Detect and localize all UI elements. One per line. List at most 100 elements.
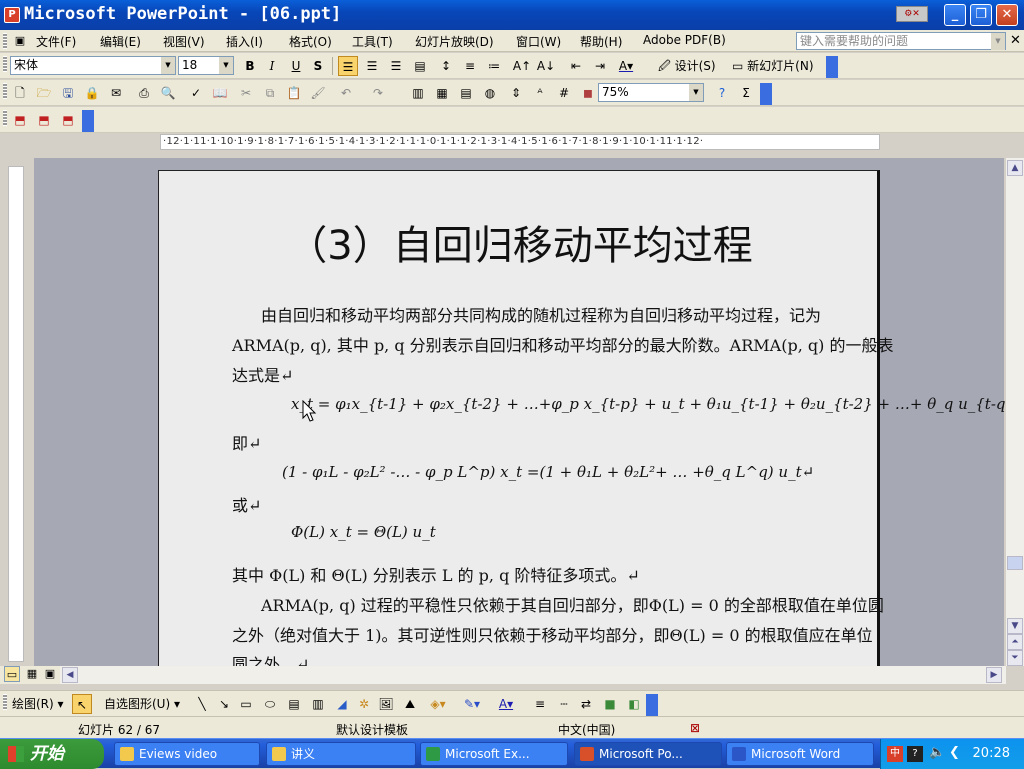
permission-icon[interactable]: 🔒 (82, 83, 102, 103)
pdf-convert-icon[interactable]: ⬒ (10, 110, 30, 130)
toolbar-grip-icon[interactable] (3, 56, 7, 72)
minimize-button[interactable]: _ (944, 4, 966, 26)
menu-format[interactable]: 格式(O) (289, 33, 332, 50)
help-icon[interactable]: ? (712, 83, 732, 103)
arrow-style-icon[interactable]: ⇄ (576, 694, 596, 714)
slide[interactable]: （3）自回归移动平均过程 由自回归和移动平均两部分共同构成的随机过程称为自回归移… (158, 170, 1015, 674)
print-preview-icon[interactable]: 🔍 (158, 83, 178, 103)
normal-view-icon[interactable]: ▭ (4, 666, 20, 682)
equation-arma[interactable]: x_t = φ₁x_{t-1} + φ₂x_{t-2} + …+φ_p x_{t… (291, 395, 1015, 413)
close-button[interactable]: ✕ (996, 4, 1018, 26)
picture-icon[interactable]: ⛰ (400, 694, 420, 714)
equation-lag-operator[interactable]: (1 - φ₁L - φ₂L² -… - φ_p L^p) x_t =(1 + … (282, 463, 814, 481)
previous-slide-icon[interactable]: ⏶ (1007, 634, 1023, 650)
oval-icon[interactable]: ⬭ (260, 694, 280, 714)
chevron-down-icon[interactable]: ▼ (689, 84, 703, 101)
sorter-view-icon[interactable]: ▦ (24, 666, 40, 682)
menu-grip-icon[interactable] (3, 33, 7, 49)
rectangle-icon[interactable]: ▭ (236, 694, 256, 714)
doc-icon[interactable]: ▣ (10, 31, 30, 51)
research-icon[interactable]: 📖 (210, 83, 230, 103)
textbox-icon[interactable]: ▤ (284, 694, 304, 714)
paragraph-line-2[interactable]: ARMA(p, q), 其中 p, q 分别表示自回归和移动平均部分的最大阶数。… (232, 332, 893, 356)
3d-style-icon[interactable]: ◧ (624, 694, 644, 714)
numbered-list-icon[interactable]: ≡ (460, 56, 480, 76)
menu-tools[interactable]: 工具(T) (352, 33, 393, 50)
menu-file[interactable]: 文件(F) (36, 33, 76, 50)
font-color-icon[interactable]: A▾ (496, 694, 516, 714)
align-center-icon[interactable]: ☰ (362, 56, 382, 76)
menu-adobe-pdf[interactable]: Adobe PDF(B) (643, 33, 726, 47)
equation-compact[interactable]: Φ(L) x_t = Θ(L) u_t (291, 523, 436, 541)
copy-icon[interactable]: ⧉ (260, 83, 280, 103)
redo-icon[interactable]: ↷ (368, 83, 388, 103)
line-color-icon[interactable]: ✎▾ (462, 694, 482, 714)
powerpoint-app-icon[interactable]: P (4, 7, 20, 23)
task-word[interactable]: Microsoft Word (726, 742, 874, 766)
open-icon[interactable]: 🗁 (34, 83, 54, 103)
line-style-icon[interactable]: ≡ (530, 694, 550, 714)
menu-help[interactable]: 帮助(H) (580, 33, 622, 50)
italic-button[interactable]: I (262, 56, 282, 76)
task-excel[interactable]: Microsoft Ex... (420, 742, 568, 766)
align-right-icon[interactable]: ☰ (386, 56, 406, 76)
align-left-icon[interactable]: ☰ (338, 56, 358, 76)
chevron-down-icon[interactable]: ▼ (219, 57, 233, 74)
menu-window[interactable]: 窗口(W) (516, 33, 561, 50)
print-icon[interactable]: ⎙ (134, 83, 154, 103)
horizontal-scrollbar[interactable]: ◀ ▶ (60, 666, 1006, 684)
expand-tray-icon[interactable]: ❮ (949, 745, 960, 760)
save-icon[interactable]: 🖫 (58, 83, 78, 103)
menu-view[interactable]: 视图(V) (163, 33, 205, 50)
zoom-select[interactable]: 75% ▼ (598, 83, 704, 102)
scroll-up-icon[interactable]: ▲ (1007, 160, 1023, 176)
scroll-thumb[interactable] (1007, 556, 1023, 570)
paragraph-line-3[interactable]: 达式是↵ (232, 362, 293, 386)
expand-all-icon[interactable]: ⇕ (506, 83, 526, 103)
wordart-icon[interactable]: ◢ (332, 694, 352, 714)
distribute-icon[interactable]: ▤ (410, 56, 430, 76)
insert-chart-icon[interactable]: ▥ (408, 83, 428, 103)
toolbar-grip-icon[interactable] (3, 110, 7, 126)
shadow-button[interactable]: S (308, 56, 328, 76)
arrow-icon[interactable]: ↘ (214, 694, 234, 714)
paragraph-stationarity-1[interactable]: ARMA(p, q) 过程的平稳性只依赖于其自回归部分，即Φ(L) = 0 的全… (261, 592, 884, 616)
paste-icon[interactable]: 📋 (284, 83, 304, 103)
toolbar-grip-icon[interactable] (3, 694, 7, 710)
close-doc-icon[interactable]: ✕ (1010, 33, 1021, 48)
next-slide-icon[interactable]: ⏷ (1007, 650, 1023, 666)
autoshapes-button[interactable]: 自选图形(U) ▾ (104, 694, 180, 714)
show-formatting-icon[interactable]: ᴬ (530, 83, 550, 103)
line-icon[interactable]: ╲ (192, 694, 212, 714)
increase-indent-icon[interactable]: ⇥ (590, 56, 610, 76)
insert-table-icon[interactable]: ▦ (432, 83, 452, 103)
pdf-review-icon[interactable]: ⬒ (58, 110, 78, 130)
increase-font-icon[interactable]: A↑ (512, 56, 532, 76)
diagram-icon[interactable]: ✲ (354, 694, 374, 714)
cut-icon[interactable]: ✂ (236, 83, 256, 103)
clock[interactable]: 20:28 (973, 746, 1010, 761)
line-spacing-icon[interactable]: ↕ (436, 56, 456, 76)
color-grayscale-icon[interactable]: ◼ (578, 83, 598, 103)
draw-menu-button[interactable]: 绘图(R) ▾ (12, 694, 64, 714)
scroll-left-icon[interactable]: ◀ (62, 667, 78, 683)
font-size-select[interactable]: 18 ▼ (178, 56, 234, 75)
label-ji[interactable]: 即↵ (232, 430, 261, 454)
paragraph-line-1[interactable]: 由自回归和移动平均两部分共同构成的随机过程称为自回归移动平均过程，记为 (261, 302, 821, 326)
ime-icon[interactable]: 中 (887, 746, 903, 762)
tables-borders-icon[interactable]: ▤ (456, 83, 476, 103)
clipart-icon[interactable]: 🖼 (376, 694, 396, 714)
vertical-textbox-icon[interactable]: ▥ (308, 694, 328, 714)
scroll-down-icon[interactable]: ▼ (1007, 618, 1023, 634)
slide-title[interactable]: （3）自回归移动平均过程 (159, 213, 881, 271)
chevron-down-icon[interactable]: ▼ (161, 57, 175, 74)
toolbar-options-icon[interactable] (82, 110, 94, 132)
new-icon[interactable]: 🗋 (10, 83, 30, 103)
shadow-style-icon[interactable]: ■ (600, 694, 620, 714)
undo-icon[interactable]: ↶ (336, 83, 356, 103)
volume-icon[interactable]: 🔈 (929, 745, 945, 760)
task-jiangyi[interactable]: 讲义 (266, 742, 416, 766)
format-painter-icon[interactable]: 🖌 (308, 83, 328, 103)
toolbar-options-icon[interactable] (826, 56, 838, 78)
slideshow-view-icon[interactable]: ▣ (42, 666, 58, 682)
